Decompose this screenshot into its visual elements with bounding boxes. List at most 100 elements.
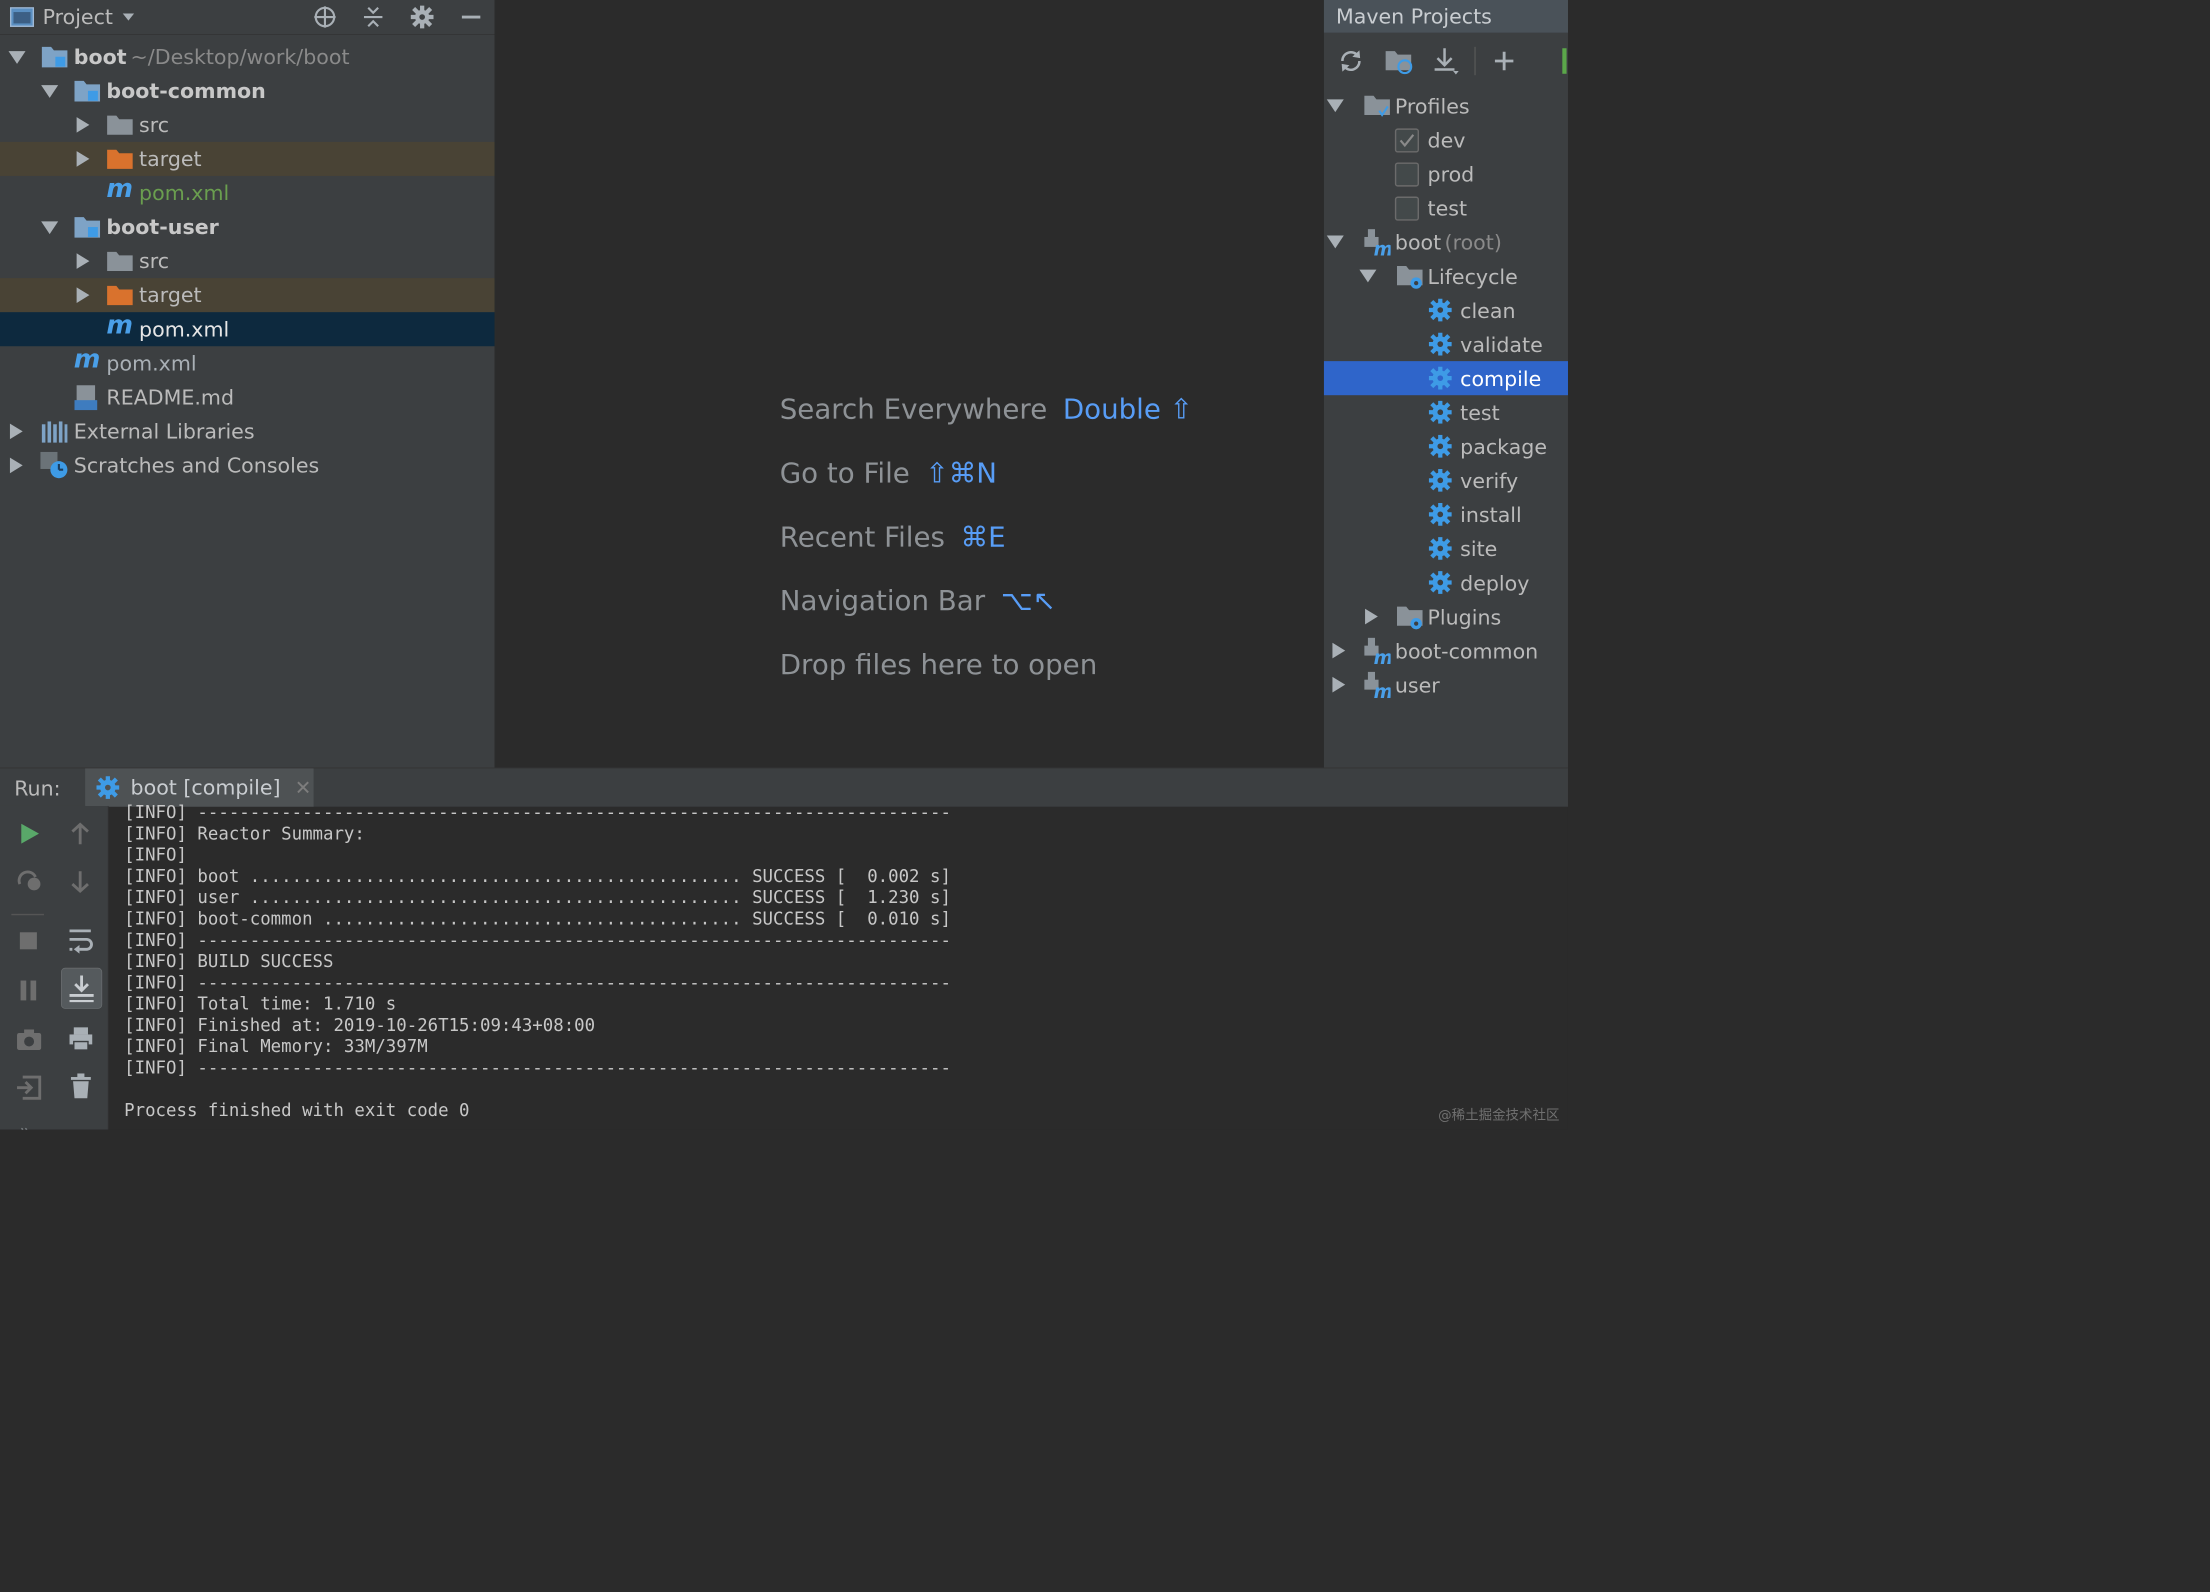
- maven-project-icon: m: [1364, 671, 1391, 700]
- toolbar-divider: [11, 913, 44, 916]
- tree-item-scratches[interactable]: Scratches and Consoles: [0, 448, 495, 482]
- expand-arrow-icon[interactable]: [41, 85, 59, 98]
- print-icon[interactable]: [68, 1026, 94, 1052]
- maven-module-user[interactable]: m user: [1324, 668, 1568, 702]
- maven-module-label: boot-common: [1394, 639, 1539, 664]
- expand-arrow-icon[interactable]: [1359, 269, 1377, 283]
- tree-item-label: boot-common: [106, 78, 266, 103]
- up-arrow-icon[interactable]: [68, 822, 92, 846]
- project-view-selector[interactable]: Project: [9, 5, 136, 29]
- trash-icon[interactable]: [70, 1073, 93, 1100]
- expand-arrow-icon[interactable]: [1326, 99, 1344, 113]
- tree-item-pom[interactable]: m pom.xml: [0, 175, 495, 210]
- tree-item-src[interactable]: src: [0, 108, 495, 142]
- excluded-folder-icon: [107, 285, 133, 306]
- tree-item-readme[interactable]: README.md: [0, 380, 495, 414]
- tree-item-label: pom.xml: [106, 351, 197, 376]
- collapsed-arrow-icon[interactable]: [1332, 642, 1346, 659]
- expand-arrow-icon[interactable]: [8, 51, 26, 64]
- minimize-icon[interactable]: [459, 5, 483, 29]
- tree-item-boot[interactable]: boot ~/Desktop/work/boot: [0, 40, 495, 74]
- maven-lifecycle-node[interactable]: Lifecycle: [1324, 259, 1568, 293]
- collapsed-arrow-icon[interactable]: [76, 287, 90, 303]
- maven-plugins-node[interactable]: Plugins: [1324, 600, 1568, 634]
- pause-icon[interactable]: [18, 979, 38, 1002]
- maven-project-icon: m: [1364, 229, 1391, 257]
- lifecycle-goal-site[interactable]: site: [1324, 531, 1568, 565]
- profile-dev[interactable]: dev: [1324, 123, 1568, 157]
- lifecycle-goal-package[interactable]: package: [1324, 429, 1568, 463]
- rerun-failed-icon[interactable]: [14, 868, 42, 895]
- collapsed-arrow-icon[interactable]: [1332, 676, 1346, 693]
- tree-item-target[interactable]: target: [0, 278, 495, 313]
- gear-icon: [1428, 332, 1452, 356]
- lifecycle-goal-verify[interactable]: verify: [1324, 463, 1568, 497]
- console-output[interactable]: [INFO] ---------------------------------…: [124, 802, 1568, 1130]
- more-icon[interactable]: »: [20, 1121, 31, 1130]
- soft-wrap-icon[interactable]: [67, 927, 94, 955]
- locate-icon[interactable]: [313, 5, 337, 29]
- hint-shortcut: ⌘E: [960, 521, 1006, 554]
- lifecycle-goal-validate[interactable]: validate: [1324, 327, 1568, 361]
- reimport-icon[interactable]: [1338, 48, 1364, 74]
- scroll-to-end-toggle[interactable]: [61, 967, 103, 1009]
- run-icon[interactable]: [1562, 48, 1567, 74]
- collapsed-arrow-icon[interactable]: [76, 151, 90, 167]
- tree-item-label: src: [139, 249, 170, 274]
- hint-label: Navigation Bar: [779, 585, 986, 618]
- collapsed-arrow-icon[interactable]: [76, 117, 90, 133]
- tree-item-src[interactable]: src: [0, 244, 495, 278]
- download-icon[interactable]: [1432, 47, 1460, 75]
- run-tab-label: boot [compile]: [130, 775, 281, 800]
- rerun-icon[interactable]: [17, 822, 41, 846]
- lifecycle-goal-label: package: [1460, 434, 1548, 460]
- lifecycle-goal-label: deploy: [1460, 571, 1530, 596]
- tree-item-pom[interactable]: m pom.xml: [0, 345, 495, 380]
- expand-arrow-icon[interactable]: [41, 221, 59, 235]
- maven-module-boot-common[interactable]: m boot-common: [1324, 634, 1568, 668]
- module-folder-icon: [74, 217, 101, 238]
- exit-icon[interactable]: [16, 1074, 43, 1101]
- profile-checkbox-checked[interactable]: [1394, 128, 1419, 153]
- collapsed-arrow-icon[interactable]: [1365, 608, 1378, 625]
- profile-checkbox[interactable]: [1394, 162, 1419, 187]
- tree-item-boot-common[interactable]: boot-common: [0, 74, 495, 108]
- tree-item-external-libraries[interactable]: External Libraries: [0, 414, 495, 448]
- profile-prod[interactable]: prod: [1324, 157, 1568, 191]
- tree-item-pom-selected[interactable]: m pom.xml: [0, 311, 495, 347]
- toolbar-divider: [1474, 46, 1476, 76]
- collapsed-arrow-icon[interactable]: [76, 253, 90, 269]
- profile-label: prod: [1427, 162, 1475, 187]
- console-line: [INFO] Final Memory: 33M/397M: [124, 1035, 428, 1057]
- collapsed-arrow-icon[interactable]: [9, 423, 23, 440]
- camera-icon[interactable]: [16, 1027, 43, 1051]
- excluded-folder-icon: [107, 149, 133, 169]
- profile-test[interactable]: test: [1324, 191, 1568, 225]
- tree-item-label: pom.xml: [139, 180, 230, 206]
- profiles-label: Profiles: [1394, 94, 1470, 119]
- generate-sources-icon[interactable]: [1385, 47, 1413, 75]
- tree-item-boot-user[interactable]: boot-user: [0, 210, 495, 244]
- stop-icon[interactable]: [18, 931, 38, 951]
- hint-go-to-file: Go to File ⇧⌘N: [780, 458, 997, 490]
- maven-profiles-node[interactable]: Profiles: [1324, 89, 1568, 123]
- tree-item-label: pom.xml: [139, 317, 230, 342]
- hint-shortcut: ⇧⌘N: [925, 457, 997, 490]
- lifecycle-goal-test[interactable]: test: [1324, 395, 1568, 429]
- collapse-all-icon[interactable]: [361, 5, 385, 29]
- profile-checkbox[interactable]: [1394, 196, 1419, 221]
- lifecycle-goal-deploy[interactable]: deploy: [1324, 565, 1568, 599]
- lifecycle-goal-install[interactable]: install: [1324, 497, 1568, 531]
- collapsed-arrow-icon[interactable]: [9, 457, 23, 474]
- lifecycle-goal-clean[interactable]: clean: [1324, 293, 1568, 327]
- add-icon[interactable]: [1493, 50, 1516, 73]
- hint-search-everywhere: Search Everywhere Double ⇧: [780, 394, 1193, 426]
- expand-arrow-icon[interactable]: [1326, 235, 1344, 249]
- lifecycle-goal-label: site: [1460, 537, 1498, 562]
- maven-project-boot[interactable]: m boot (root): [1324, 225, 1568, 259]
- close-icon[interactable]: ✕: [295, 776, 312, 799]
- tree-item-target[interactable]: target: [0, 141, 495, 176]
- gear-icon[interactable]: [409, 4, 435, 30]
- down-arrow-icon[interactable]: [68, 870, 92, 894]
- lifecycle-goal-compile[interactable]: compile: [1323, 361, 1568, 396]
